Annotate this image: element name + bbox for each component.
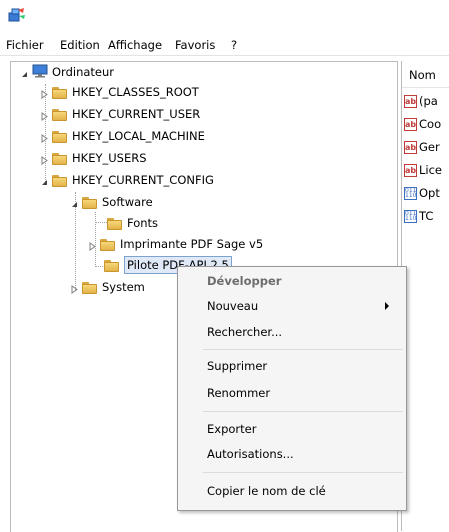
column-header-label: Nom xyxy=(409,68,436,82)
value-row[interactable]: 011 110 TC xyxy=(404,206,449,226)
collapsed-arrow-icon[interactable] xyxy=(40,88,49,99)
folder-icon xyxy=(52,108,68,121)
menu-item-exporter[interactable]: Exporter xyxy=(181,418,403,440)
collapsed-arrow-icon[interactable] xyxy=(40,110,49,121)
tree-node-label: HKEY_CLASSES_ROOT xyxy=(72,85,199,99)
collapsed-arrow-icon[interactable] xyxy=(40,132,49,143)
string-value-icon: ab xyxy=(404,163,417,177)
string-value-icon: ab xyxy=(404,140,417,154)
menu-item-label: Copier le nom de clé xyxy=(207,484,326,498)
menu-item-label: Renommer xyxy=(207,386,271,400)
menu-item-autorisations[interactable]: Autorisations... xyxy=(181,443,403,465)
expand-arrow-icon[interactable] xyxy=(40,176,49,185)
value-name: Coo xyxy=(419,117,442,131)
menu-item-rechercher[interactable]: Rechercher... xyxy=(181,321,403,343)
menu-edition[interactable]: Edition xyxy=(60,38,100,52)
tree-node-imprimante[interactable]: Imprimante PDF Sage v5 xyxy=(88,234,263,254)
value-row[interactable]: ab (pa xyxy=(404,91,449,111)
menu-item-label: Rechercher... xyxy=(207,325,283,339)
tree-node-label: HKEY_USERS xyxy=(72,151,147,165)
menu-favoris[interactable]: Favoris xyxy=(175,38,215,52)
folder-icon xyxy=(52,86,68,99)
folder-icon xyxy=(52,130,68,143)
menu-item-supprimer[interactable]: Supprimer xyxy=(181,355,403,377)
menu-fichier[interactable]: Fichier xyxy=(6,38,44,52)
tree-node-hkey-classes-root[interactable]: HKEY_CLASSES_ROOT xyxy=(40,82,199,102)
tree-node-hkey-local-machine[interactable]: HKEY_LOCAL_MACHINE xyxy=(40,126,205,146)
column-header-name[interactable]: Nom xyxy=(402,61,449,88)
value-row[interactable]: ab Ger xyxy=(404,137,449,157)
value-name: Opt xyxy=(419,186,440,200)
tree-node-fonts[interactable]: Fonts xyxy=(107,213,158,233)
tree-node-software[interactable]: Software xyxy=(70,192,153,212)
binary-value-icon: 011 110 xyxy=(404,209,417,223)
folder-icon xyxy=(82,196,98,209)
value-row[interactable]: 011 110 Opt xyxy=(404,183,449,203)
menu-item-renommer[interactable]: Renommer xyxy=(181,382,403,404)
collapsed-arrow-icon[interactable] xyxy=(70,283,79,294)
tree-node-label: HKEY_LOCAL_MACHINE xyxy=(72,129,205,143)
tree-node-system[interactable]: System xyxy=(70,277,145,297)
menu-item-label: Supprimer xyxy=(207,359,268,373)
folder-icon xyxy=(82,281,98,294)
tree-node-label: HKEY_CURRENT_CONFIG xyxy=(72,173,214,187)
menu-item-developper[interactable]: Développer xyxy=(181,270,403,292)
tree-node-label: Imprimante PDF Sage v5 xyxy=(120,237,264,251)
menu-item-label: Développer xyxy=(207,274,282,288)
menu-item-copier-nom-cle[interactable]: Copier le nom de clé xyxy=(181,480,403,502)
value-row[interactable]: ab Lice xyxy=(404,160,449,180)
regedit-app-icon[interactable] xyxy=(8,7,26,26)
tree-node-label: Ordinateur xyxy=(52,65,115,79)
menu-help[interactable]: ? xyxy=(231,38,237,52)
tree-node-label: Software xyxy=(102,195,153,209)
menu-item-label: Exporter xyxy=(207,422,257,436)
title-bar xyxy=(0,0,449,34)
menu-separator xyxy=(203,472,403,473)
binary-value-icon: 011 110 xyxy=(404,186,417,200)
value-row[interactable]: ab Coo xyxy=(404,114,449,134)
menu-bar: Fichier Edition Affichage Favoris ? xyxy=(0,35,449,56)
submenu-arrow-icon xyxy=(385,302,389,310)
menu-item-label: Nouveau xyxy=(207,299,259,313)
computer-icon xyxy=(32,64,48,81)
collapsed-arrow-icon[interactable] xyxy=(40,154,49,165)
collapsed-arrow-icon[interactable] xyxy=(88,240,97,251)
string-value-icon: ab xyxy=(404,117,417,131)
value-name: Lice xyxy=(419,163,442,177)
menu-affichage[interactable]: Affichage xyxy=(108,38,162,52)
context-menu: Développer Nouveau Rechercher... Supprim… xyxy=(177,266,407,511)
tree-node-label: HKEY_CURRENT_USER xyxy=(72,107,201,121)
folder-icon xyxy=(107,217,123,230)
expand-arrow-icon[interactable] xyxy=(20,68,29,77)
value-name: Ger xyxy=(419,140,440,154)
menu-separator xyxy=(203,411,403,412)
tree-node-ordinateur[interactable]: Ordinateur xyxy=(20,62,114,82)
tree-line xyxy=(95,222,107,223)
expand-arrow-icon[interactable] xyxy=(70,198,79,207)
menu-separator xyxy=(203,349,403,350)
tree-node-hkey-current-user[interactable]: HKEY_CURRENT_USER xyxy=(40,104,200,124)
folder-icon xyxy=(100,238,116,251)
folder-icon xyxy=(104,259,120,272)
folder-icon xyxy=(52,174,68,187)
value-name: TC xyxy=(419,209,434,223)
menu-item-label: Autorisations... xyxy=(207,447,294,461)
string-value-icon: ab xyxy=(404,94,417,108)
value-name: (pa xyxy=(419,94,438,108)
tree-node-hkey-current-config[interactable]: HKEY_CURRENT_CONFIG xyxy=(40,170,214,190)
tree-node-hkey-users[interactable]: HKEY_USERS xyxy=(40,148,147,168)
folder-icon xyxy=(52,152,68,165)
tree-node-label: Fonts xyxy=(127,216,159,230)
menu-item-nouveau[interactable]: Nouveau xyxy=(181,295,403,317)
tree-node-label: System xyxy=(102,280,145,294)
